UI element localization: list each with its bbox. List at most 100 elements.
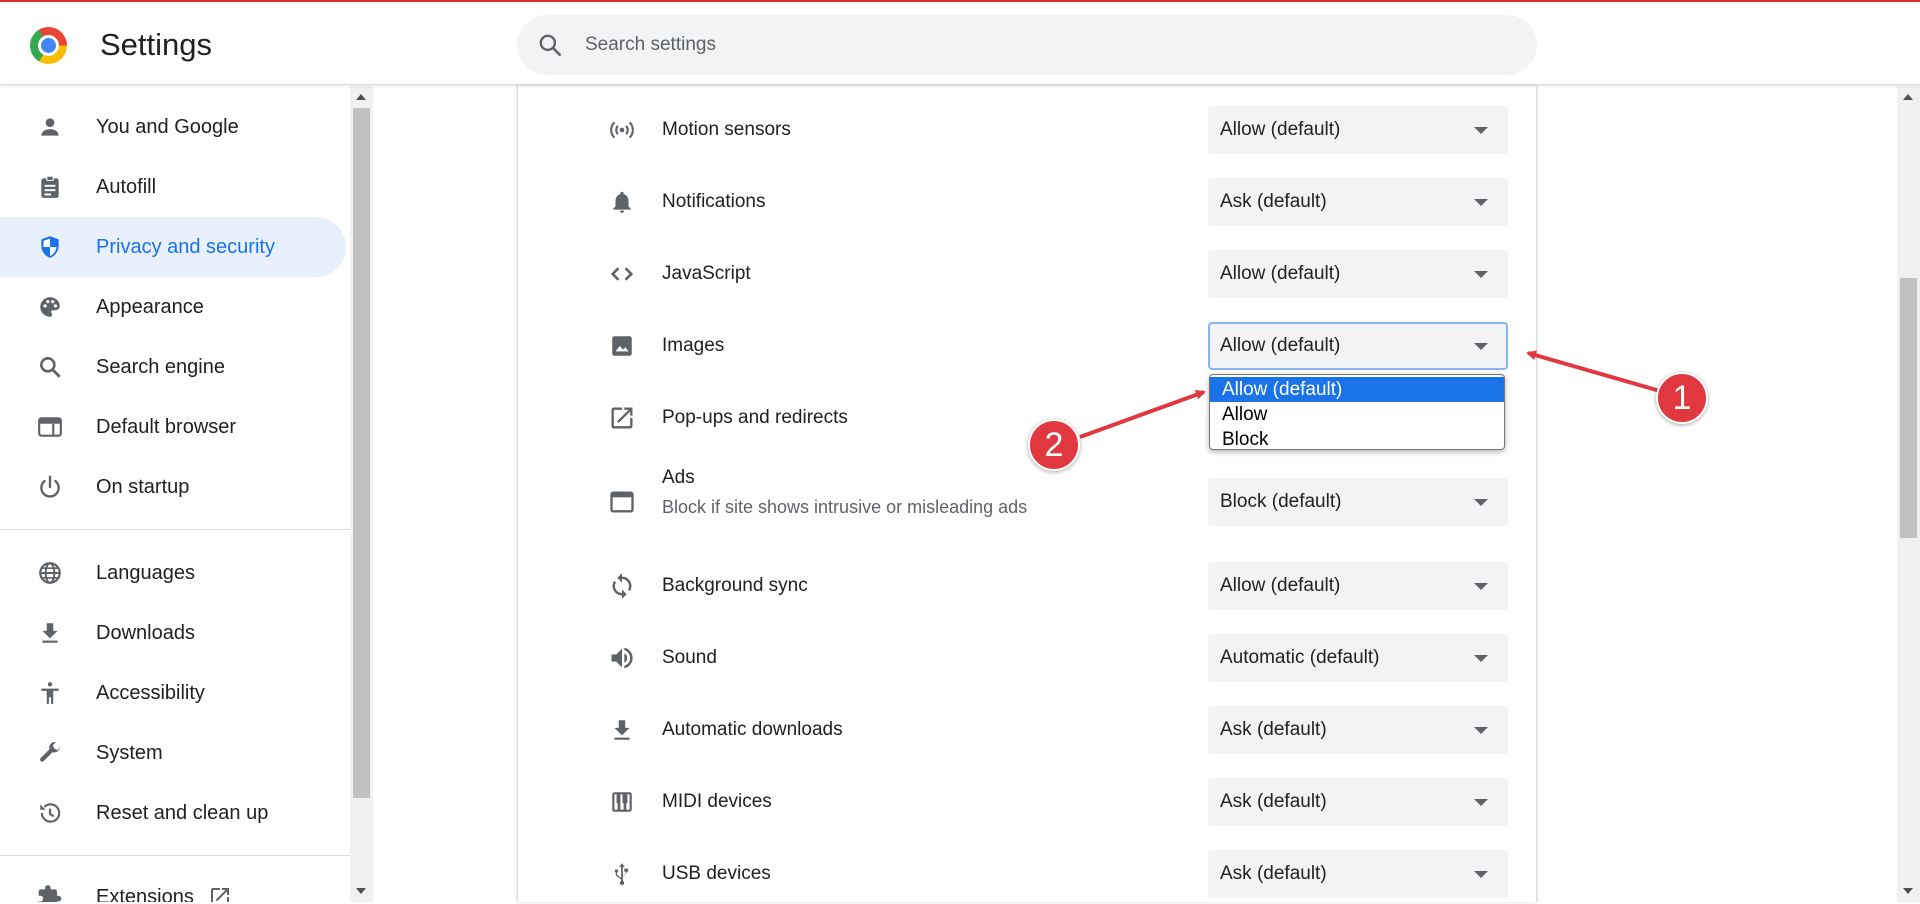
dropdown-option-allow[interactable]: Allow bbox=[1210, 402, 1504, 427]
permission-label: Notifications bbox=[662, 191, 766, 212]
usb-devices-select[interactable]: Ask (default) bbox=[1208, 850, 1508, 898]
search-bar[interactable] bbox=[517, 15, 1537, 75]
sidebar-item-on-startup[interactable]: On startup bbox=[0, 457, 346, 517]
open-in-new-icon bbox=[608, 404, 636, 432]
permission-label: Ads bbox=[662, 467, 695, 488]
permission-label: USB devices bbox=[662, 863, 771, 884]
sidebar-scrollbar[interactable] bbox=[350, 86, 373, 902]
scroll-down-arrow-icon[interactable] bbox=[356, 888, 366, 894]
open-in-new-icon bbox=[210, 888, 229, 902]
select-value: Ask (default) bbox=[1220, 719, 1327, 740]
permission-label: Automatic downloads bbox=[662, 719, 843, 740]
sidebar-item-privacy-and-security[interactable]: Privacy and security bbox=[0, 217, 346, 277]
download-icon bbox=[36, 619, 64, 647]
select-value: Allow (default) bbox=[1220, 575, 1341, 596]
sidebar-item-downloads[interactable]: Downloads bbox=[0, 603, 346, 663]
image-icon bbox=[608, 332, 636, 360]
images-dropdown-list: Allow (default) Allow Block bbox=[1209, 374, 1505, 450]
sidebar-item-label: Autofill bbox=[96, 175, 157, 198]
accessibility-icon bbox=[36, 679, 64, 707]
permission-row-notifications: Notifications Ask (default) bbox=[518, 172, 1536, 232]
chevron-down-icon bbox=[1474, 655, 1488, 662]
sidebar-item-you-and-google[interactable]: You and Google bbox=[0, 97, 346, 157]
annotation-arrow-1 bbox=[1526, 350, 1661, 393]
page-scrollbar[interactable] bbox=[1897, 86, 1920, 902]
sidebar-item-autofill[interactable]: Autofill bbox=[0, 157, 346, 217]
sidebar: You and Google Autofill Privacy and secu… bbox=[0, 86, 350, 902]
sensors-icon bbox=[608, 116, 636, 144]
permission-label: MIDI devices bbox=[662, 791, 772, 812]
download-icon bbox=[608, 716, 636, 744]
dropdown-option-allow-default[interactable]: Allow (default) bbox=[1210, 377, 1504, 402]
code-icon bbox=[608, 260, 636, 288]
permission-label: Sound bbox=[662, 647, 717, 668]
sidebar-item-label: Default browser bbox=[96, 415, 237, 438]
puzzle-icon bbox=[36, 883, 64, 902]
sidebar-item-default-browser[interactable]: Default browser bbox=[0, 397, 346, 457]
piano-icon bbox=[608, 788, 636, 816]
select-value: Allow (default) bbox=[1220, 119, 1341, 140]
permission-label: Images bbox=[662, 335, 725, 356]
select-value: Block (default) bbox=[1220, 491, 1342, 512]
chevron-down-icon bbox=[1474, 799, 1488, 806]
scroll-up-arrow-icon[interactable] bbox=[1903, 94, 1913, 100]
wrench-icon bbox=[36, 739, 64, 767]
sidebar-item-label: Languages bbox=[96, 561, 195, 584]
permission-row-sound: Sound Automatic (default) bbox=[518, 628, 1536, 688]
select-value: Ask (default) bbox=[1220, 791, 1327, 812]
permission-row-ads: Ads Block if site shows intrusive or mis… bbox=[518, 460, 1536, 544]
annotation-badge-2: 2 bbox=[1028, 419, 1080, 471]
sidebar-item-system[interactable]: System bbox=[0, 723, 346, 783]
notifications-select[interactable]: Ask (default) bbox=[1208, 178, 1508, 226]
sidebar-item-label: On startup bbox=[96, 475, 190, 498]
dropdown-option-block[interactable]: Block bbox=[1210, 427, 1504, 449]
page-scrollbar-thumb[interactable] bbox=[1900, 278, 1917, 538]
permission-label: Pop-ups and redirects bbox=[662, 407, 848, 428]
bell-icon bbox=[608, 188, 636, 216]
permission-row-midi-devices: MIDI devices Ask (default) bbox=[518, 772, 1536, 832]
motion-sensors-select[interactable]: Allow (default) bbox=[1208, 106, 1508, 154]
ads-window-icon bbox=[608, 488, 636, 516]
header: Settings bbox=[0, 2, 1920, 85]
ads-select[interactable]: Block (default) bbox=[1208, 478, 1508, 526]
sidebar-divider bbox=[0, 855, 350, 856]
automatic-downloads-select[interactable]: Ask (default) bbox=[1208, 706, 1508, 754]
sync-icon bbox=[608, 572, 636, 600]
search-icon bbox=[539, 34, 562, 57]
speaker-icon bbox=[608, 644, 636, 672]
sidebar-item-label: Downloads bbox=[96, 621, 195, 644]
sidebar-item-extensions[interactable]: Extensions bbox=[0, 867, 346, 902]
sidebar-item-label: Reset and clean up bbox=[96, 801, 269, 824]
images-select[interactable]: Allow (default) bbox=[1208, 322, 1508, 370]
page-title: Settings bbox=[100, 27, 213, 62]
chevron-down-icon bbox=[1474, 199, 1488, 206]
sidebar-item-search-engine[interactable]: Search engine bbox=[0, 337, 346, 397]
globe-icon bbox=[36, 559, 64, 587]
search-input[interactable] bbox=[585, 15, 1485, 75]
background-sync-select[interactable]: Allow (default) bbox=[1208, 562, 1508, 610]
permission-row-usb-devices: USB devices Ask (default) bbox=[518, 844, 1536, 904]
permission-label: Background sync bbox=[662, 575, 808, 596]
sidebar-item-reset-and-clean-up[interactable]: Reset and clean up bbox=[0, 783, 346, 843]
sidebar-item-label: System bbox=[96, 741, 163, 764]
javascript-select[interactable]: Allow (default) bbox=[1208, 250, 1508, 298]
select-value: Allow (default) bbox=[1220, 335, 1341, 356]
midi-devices-select[interactable]: Ask (default) bbox=[1208, 778, 1508, 826]
usb-icon bbox=[608, 860, 636, 888]
sidebar-item-appearance[interactable]: Appearance bbox=[0, 277, 346, 337]
permission-row-images: Images Allow (default) bbox=[518, 316, 1536, 376]
sidebar-item-label: Search engine bbox=[96, 355, 225, 378]
palette-icon bbox=[36, 293, 64, 321]
sidebar-item-languages[interactable]: Languages bbox=[0, 543, 346, 603]
scroll-up-arrow-icon[interactable] bbox=[356, 94, 366, 100]
clipboard-icon bbox=[36, 173, 64, 201]
sidebar-scrollbar-thumb[interactable] bbox=[353, 108, 370, 798]
sound-select[interactable]: Automatic (default) bbox=[1208, 634, 1508, 682]
site-settings-card: Motion sensors Allow (default) Notificat… bbox=[517, 86, 1537, 902]
scroll-down-arrow-icon[interactable] bbox=[1903, 888, 1913, 894]
sidebar-item-label: Accessibility bbox=[96, 681, 205, 704]
permission-row-motion-sensors: Motion sensors Allow (default) bbox=[518, 100, 1536, 160]
shield-icon bbox=[36, 233, 64, 261]
sidebar-item-accessibility[interactable]: Accessibility bbox=[0, 663, 346, 723]
chevron-down-icon bbox=[1474, 127, 1488, 134]
